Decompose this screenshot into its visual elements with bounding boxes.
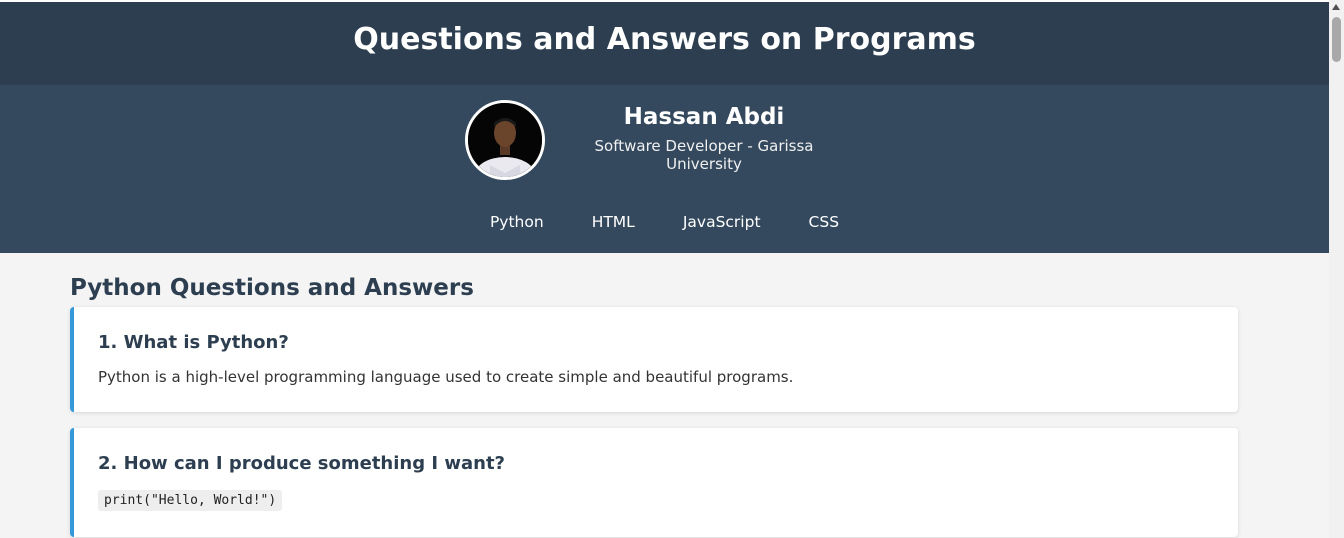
profile-info: Hassan Abdi Software Developer - Garissa…	[565, 104, 843, 173]
scroll-thumb[interactable]	[1332, 17, 1341, 62]
nav-javascript[interactable]: JavaScript	[659, 213, 785, 231]
nav-html[interactable]: HTML	[568, 213, 659, 231]
page: Questions and Answers on Programs Hassan…	[0, 0, 1329, 538]
question-heading: 1. What is Python?	[98, 332, 289, 353]
page-title: Questions and Answers on Programs	[353, 22, 976, 57]
scroll-up-arrow-icon[interactable]	[1332, 4, 1340, 10]
qa-card: 2. How can I produce something I want? p…	[70, 428, 1238, 537]
profile-band: Hassan Abdi Software Developer - Garissa…	[0, 85, 1329, 253]
profile-role: Software Developer - Garissa University	[594, 136, 814, 173]
question-heading: 2. How can I produce something I want?	[98, 453, 505, 474]
profile-card: Hassan Abdi Software Developer - Garissa…	[465, 100, 843, 180]
section-title: Python Questions and Answers	[70, 275, 474, 301]
profile-name: Hassan Abdi	[623, 103, 785, 130]
nav-python[interactable]: Python	[466, 213, 568, 231]
nav-css[interactable]: CSS	[785, 213, 864, 231]
main-content: Python Questions and Answers 1. What is …	[0, 253, 1329, 537]
vertical-scrollbar[interactable]	[1329, 0, 1344, 538]
profile-photo-icon	[468, 103, 542, 177]
qa-card: 1. What is Python? Python is a high-leve…	[70, 307, 1238, 412]
code-snippet: print("Hello, World!")	[98, 490, 283, 511]
avatar	[465, 100, 545, 180]
site-header: Questions and Answers on Programs	[0, 2, 1329, 85]
main-nav: Python HTML JavaScript CSS	[0, 213, 1329, 231]
answer-text: Python is a high-level programming langu…	[98, 368, 794, 386]
